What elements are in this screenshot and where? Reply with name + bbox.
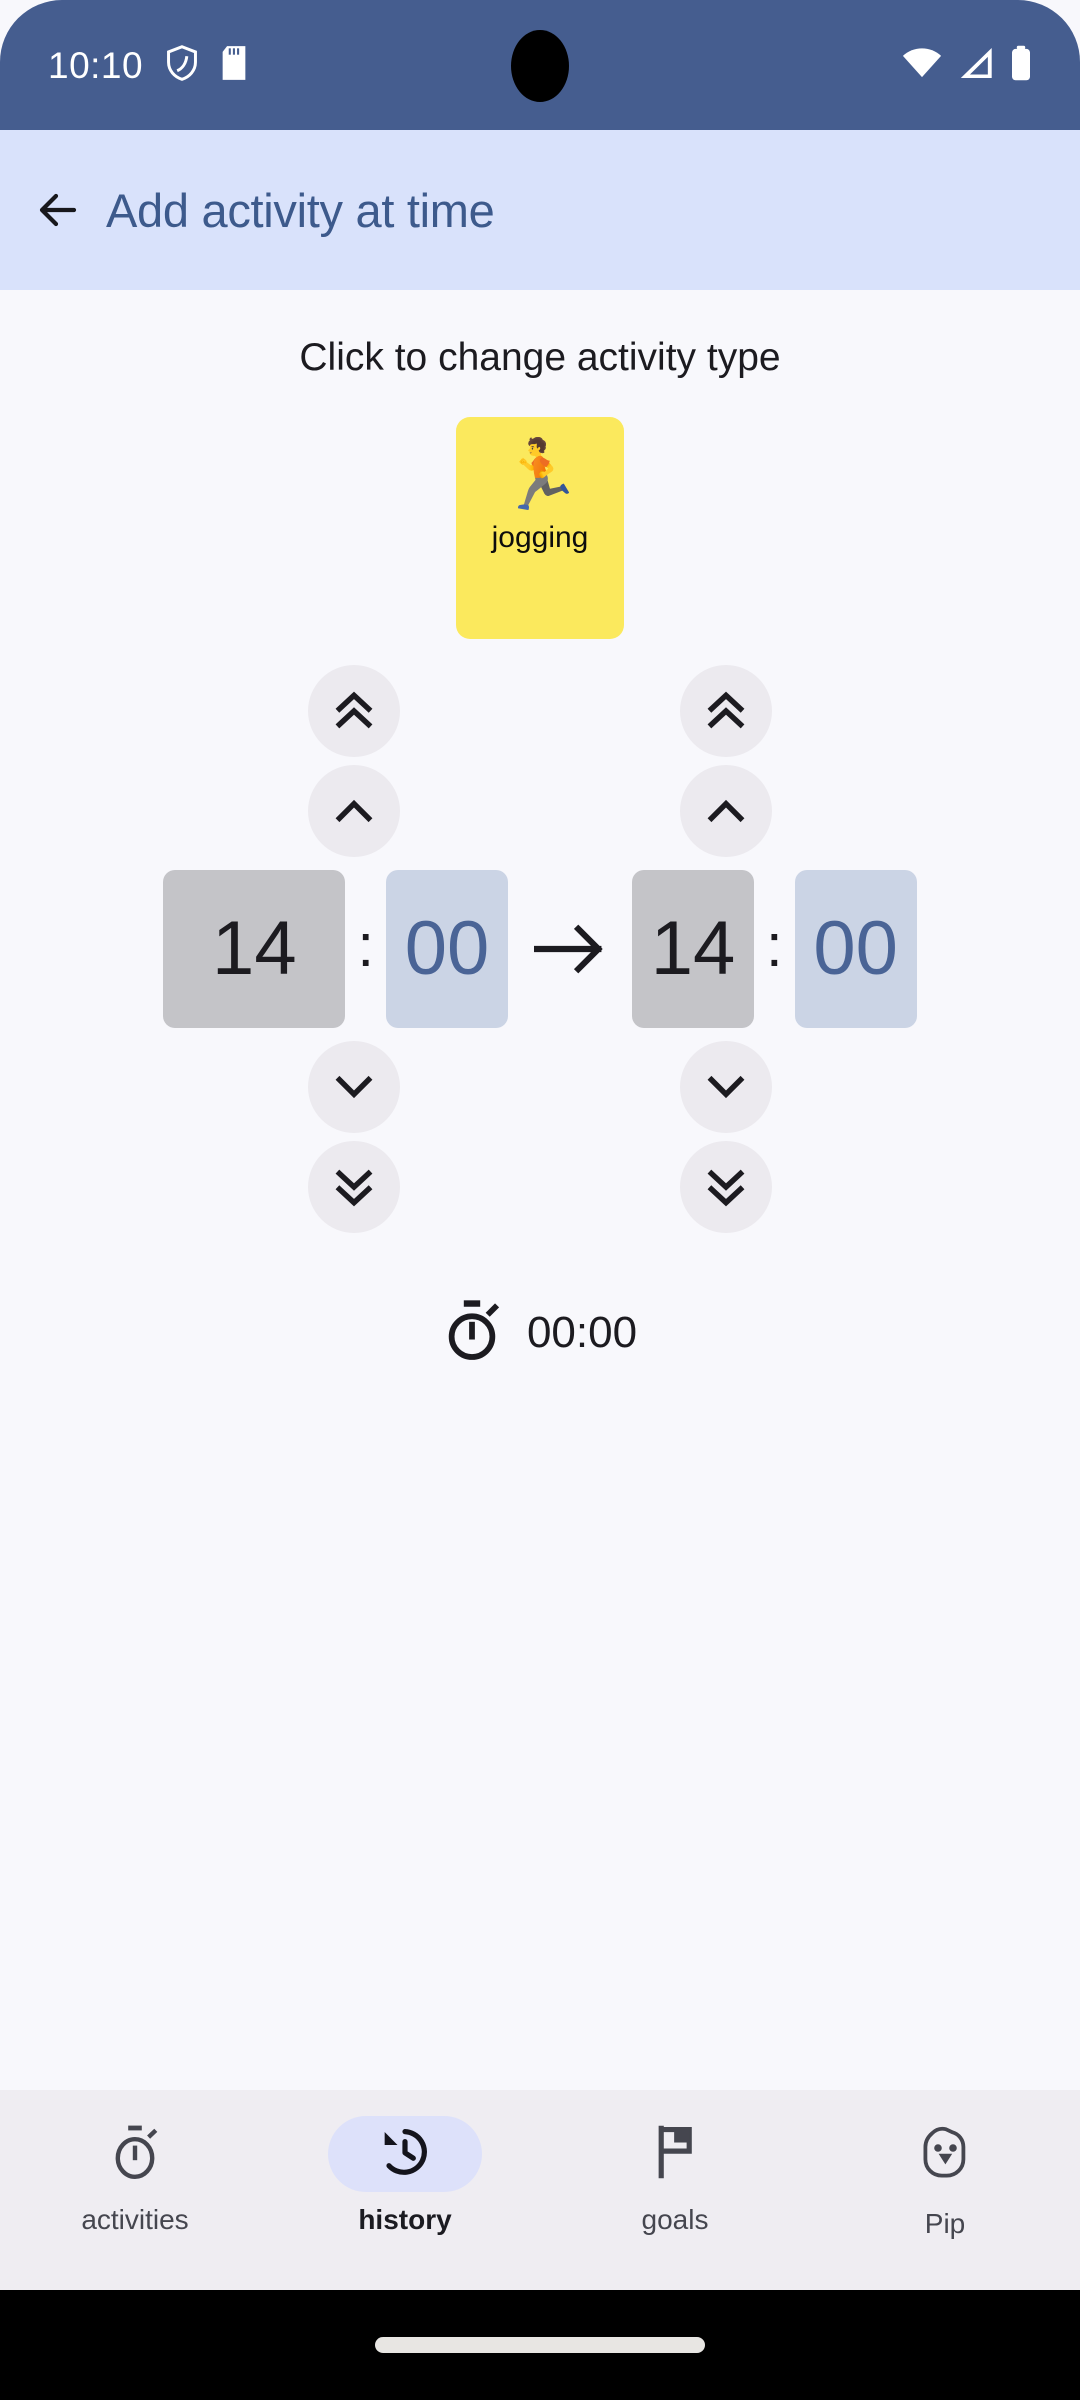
flag-icon xyxy=(649,2124,701,2185)
nav-label-goals: goals xyxy=(641,2204,709,2235)
start-time-decrease-fast-button[interactable] xyxy=(308,1141,400,1233)
page-title: Add activity at time xyxy=(106,183,495,237)
nav-label-activities: activities xyxy=(81,2204,189,2235)
decrease-fast-row xyxy=(0,1137,1080,1237)
activity-type-card[interactable]: 🏃 jogging xyxy=(456,417,624,639)
nav-pill-pip xyxy=(868,2116,1022,2192)
stopwatch-icon xyxy=(109,2124,161,2185)
nav-pill-goals xyxy=(598,2116,752,2192)
battery-icon xyxy=(1010,45,1032,86)
time-values-row: 14 : 00 14 : 00 xyxy=(0,869,1080,1029)
phone-screen: 10:10 Add activity at time Click to chan… xyxy=(0,0,1080,2400)
end-time-decrease-fast-button[interactable] xyxy=(680,1141,772,1233)
jogging-emoji: 🏃 xyxy=(497,437,583,513)
duration-display: 00:00 xyxy=(0,1299,1080,1366)
main-content: Click to change activity type 🏃 jogging xyxy=(0,290,1080,2090)
bottom-navigation-bar: activities history goals Pip xyxy=(0,2090,1080,2290)
range-arrow-icon xyxy=(508,923,632,975)
nav-item-pip[interactable]: Pip xyxy=(810,2090,1080,2238)
decrease-row xyxy=(0,1037,1080,1137)
bird-face-icon xyxy=(917,2124,973,2185)
nav-item-goals[interactable]: goals xyxy=(540,2090,810,2234)
end-hour-field[interactable]: 14 xyxy=(632,870,754,1028)
stopwatch-icon xyxy=(443,1299,501,1366)
start-time-decrease-button[interactable] xyxy=(308,1041,400,1133)
time-range-picker: 14 : 00 14 : 00 xyxy=(0,661,1080,1237)
end-time-colon: : xyxy=(766,912,783,979)
duration-value: 00:00 xyxy=(526,1307,638,1357)
status-bar-right xyxy=(902,45,1032,86)
shield-icon xyxy=(165,44,199,87)
camera-punch-hole xyxy=(511,30,569,102)
nav-label-pip: Pip xyxy=(924,2208,966,2239)
gesture-navigation-area xyxy=(0,2290,1080,2400)
activity-type-label: jogging xyxy=(491,521,589,554)
nav-item-activities[interactable]: activities xyxy=(0,2090,270,2234)
nav-pill-history xyxy=(328,2116,482,2192)
end-time-decrease-button[interactable] xyxy=(680,1041,772,1133)
wifi-icon xyxy=(902,47,942,84)
nav-item-history[interactable]: history xyxy=(270,2090,540,2234)
back-button[interactable] xyxy=(26,178,90,242)
start-minute-field[interactable]: 00 xyxy=(386,870,508,1028)
nav-label-history: history xyxy=(358,2204,452,2235)
status-bar-left: 10:10 xyxy=(48,44,247,87)
end-time-increase-fast-button[interactable] xyxy=(680,665,772,757)
end-time-increase-button[interactable] xyxy=(680,765,772,857)
end-minute-field[interactable]: 00 xyxy=(794,870,917,1028)
history-clock-icon xyxy=(378,2125,432,2184)
app-bar: Add activity at time xyxy=(0,130,1080,290)
sd-card-icon xyxy=(221,45,247,86)
start-time-increase-button[interactable] xyxy=(308,765,400,857)
gesture-home-pill[interactable] xyxy=(375,2337,705,2353)
increase-row xyxy=(0,761,1080,861)
nav-pill-activities xyxy=(58,2116,212,2192)
increase-fast-row xyxy=(0,661,1080,761)
start-time-increase-fast-button[interactable] xyxy=(308,665,400,757)
status-bar-clock: 10:10 xyxy=(48,44,144,86)
start-time-colon: : xyxy=(357,912,374,979)
status-bar: 10:10 xyxy=(0,0,1080,130)
activity-type-hint: Click to change activity type xyxy=(299,336,781,379)
cellular-signal-icon xyxy=(958,47,994,84)
start-hour-field[interactable]: 14 xyxy=(163,870,346,1028)
